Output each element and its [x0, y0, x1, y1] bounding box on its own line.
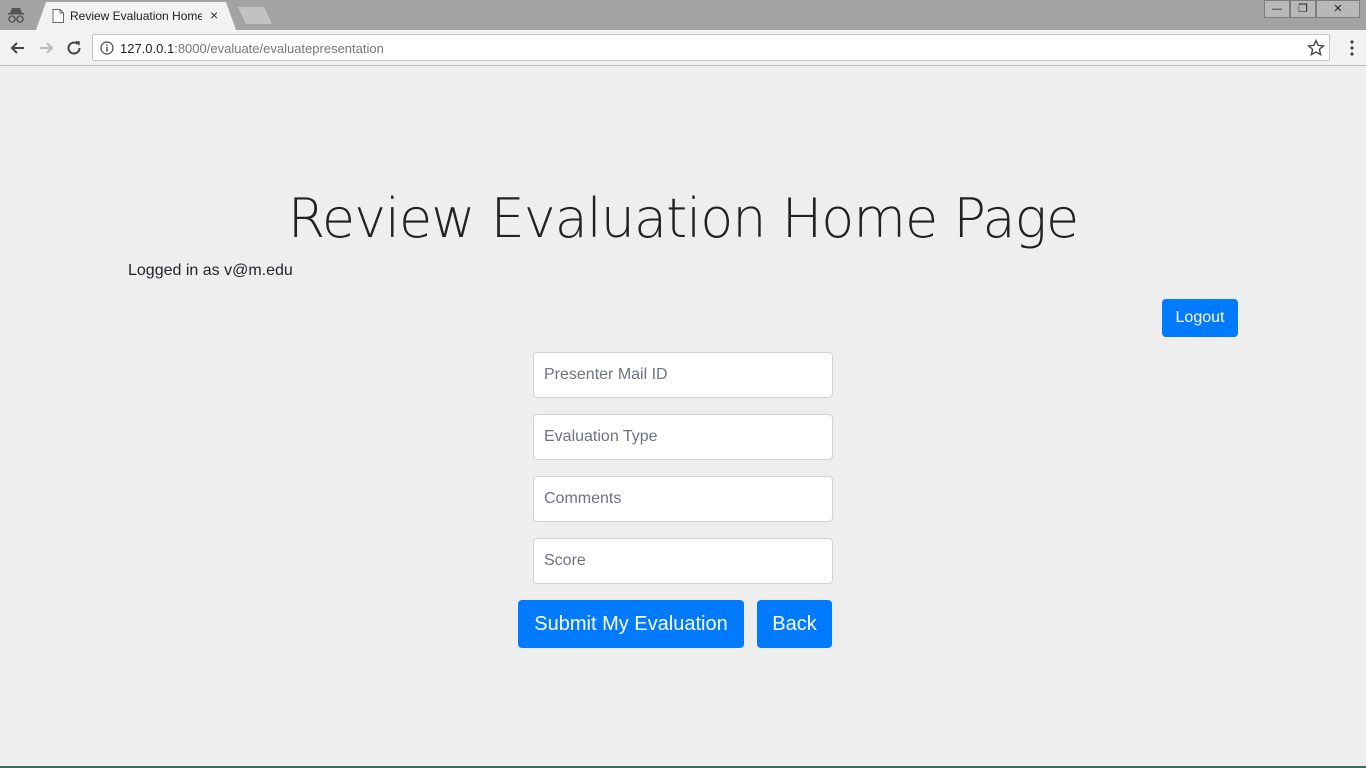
tab-close-icon[interactable]: × [210, 7, 218, 23]
active-tab[interactable]: Review Evaluation Home × [36, 2, 236, 30]
back-button[interactable]: Back [757, 600, 832, 648]
bookmark-star-icon[interactable] [1307, 39, 1325, 57]
kebab-menu-icon[interactable] [1350, 39, 1354, 57]
address-bar[interactable]: 127.0.0.1:8000/evaluate/evaluatepresenta… [92, 34, 1330, 61]
minimize-button[interactable]: — [1264, 0, 1290, 18]
presenter-mail-input[interactable] [533, 352, 833, 398]
window-close-button[interactable]: ✕ [1316, 0, 1360, 18]
logged-in-text: Logged in as v@m.edu [128, 262, 293, 279]
tab-title: Review Evaluation Home [70, 9, 202, 23]
new-tab-button[interactable] [238, 7, 272, 24]
back-arrow-icon[interactable] [8, 38, 28, 58]
document-icon [52, 9, 64, 23]
browser-tabstrip: Review Evaluation Home × — ❐ ✕ [0, 0, 1366, 30]
logout-button[interactable]: Logout [1162, 299, 1238, 337]
url-host: 127.0.0.1 [120, 41, 175, 56]
browser-toolbar: 127.0.0.1:8000/evaluate/evaluatepresenta… [0, 30, 1366, 66]
incognito-icon [8, 8, 24, 23]
page-title: Review Evaluation Home Page [287, 187, 1079, 250]
restore-button[interactable]: ❐ [1290, 0, 1316, 18]
forward-arrow-icon[interactable] [36, 38, 56, 58]
window-controls: — ❐ ✕ [1264, 0, 1360, 18]
page-body: Review Evaluation Home Page Logged in as… [0, 67, 1366, 766]
comments-input[interactable] [533, 476, 833, 522]
score-input[interactable] [533, 538, 833, 584]
reload-icon[interactable] [64, 38, 84, 58]
info-icon[interactable] [100, 41, 114, 55]
url-text: 127.0.0.1:8000/evaluate/evaluatepresenta… [120, 41, 384, 56]
evaluation-type-input[interactable] [533, 414, 833, 460]
url-path: :8000/evaluate/evaluatepresentation [174, 41, 384, 56]
submit-evaluation-button[interactable]: Submit My Evaluation [518, 600, 744, 648]
